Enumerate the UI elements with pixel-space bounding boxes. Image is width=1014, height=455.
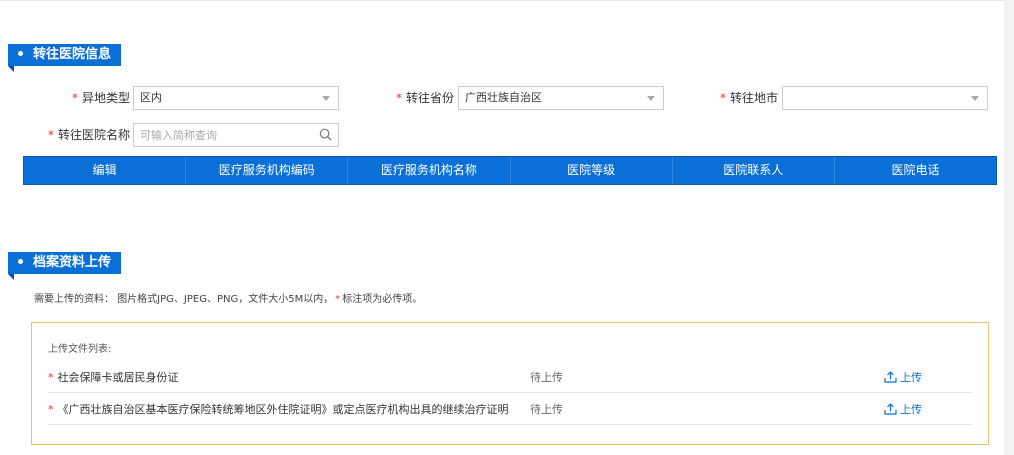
- column-header: 医疗服务机构编码: [186, 157, 349, 184]
- file-name: 社会保障卡或居民身份证: [57, 371, 179, 384]
- file-row: * 社会保障卡或居民身份证 待上传 上传: [48, 363, 972, 393]
- location-type-select[interactable]: 区内: [133, 86, 339, 110]
- file-row: * 《广西壮族自治区基本医疗保险转统筹地区外住院证明》或定点医疗机构出具的继续治疗…: [48, 395, 972, 425]
- hospital-table-header: 编辑 医疗服务机构编码 医疗服务机构名称 医院等级 医院联系人 医院电话: [23, 156, 997, 185]
- page: 转往医院信息 * 异地类型 区内 * 转往省份 广西壮族自治区 * 转往地市 * 转往医…: [0, 0, 1004, 455]
- upload-button[interactable]: 上传: [884, 395, 922, 425]
- location-type-label: * 异地类型: [71, 91, 130, 105]
- column-header: 医院电话: [891, 163, 940, 177]
- province-select[interactable]: 广西壮族自治区: [458, 86, 664, 110]
- archive-section-title: 档案资料上传: [8, 252, 122, 280]
- upload-button[interactable]: 上传: [884, 363, 922, 393]
- hospital-section-title: 转往医院信息: [8, 44, 122, 72]
- province-label: * 转往省份: [395, 91, 454, 105]
- chevron-down-icon: [322, 96, 330, 101]
- file-status: 待上传: [530, 403, 563, 416]
- chevron-down-icon: [647, 96, 655, 101]
- column-header: 医疗服务机构名称: [348, 157, 511, 184]
- city-label: * 转往地市: [719, 91, 778, 105]
- upload-icon: [884, 402, 897, 415]
- upload-list-title: 上传文件列表:: [48, 344, 112, 355]
- upload-file-list: 上传文件列表: * 社会保障卡或居民身份证 待上传 上传 * 《广西壮族自治区基本医…: [31, 322, 989, 445]
- column-header: 编辑: [24, 157, 187, 184]
- bullet-icon: [18, 51, 23, 56]
- column-header: 医院等级: [511, 157, 673, 184]
- city-select[interactable]: [782, 86, 988, 110]
- upload-icon: [884, 370, 897, 383]
- hospital-search-input[interactable]: [134, 124, 304, 146]
- column-header: 医院联系人: [673, 157, 835, 184]
- hospital-search-box[interactable]: [133, 123, 339, 147]
- file-name: 《广西壮族自治区基本医疗保险转统筹地区外住院证明》或定点医疗机构出具的继续治疗证…: [57, 403, 509, 416]
- hospital-name-label: * 转往医院名称: [47, 128, 130, 142]
- upload-hint: 需要上传的资料： 图片格式JPG、JPEG、PNG，文件大小5M以内， * 标注项为…: [34, 294, 423, 305]
- file-status: 待上传: [530, 371, 563, 384]
- bullet-icon: [18, 259, 23, 264]
- chevron-down-icon: [971, 96, 979, 101]
- search-icon[interactable]: [319, 128, 332, 141]
- scrollbar[interactable]: [1004, 0, 1014, 455]
